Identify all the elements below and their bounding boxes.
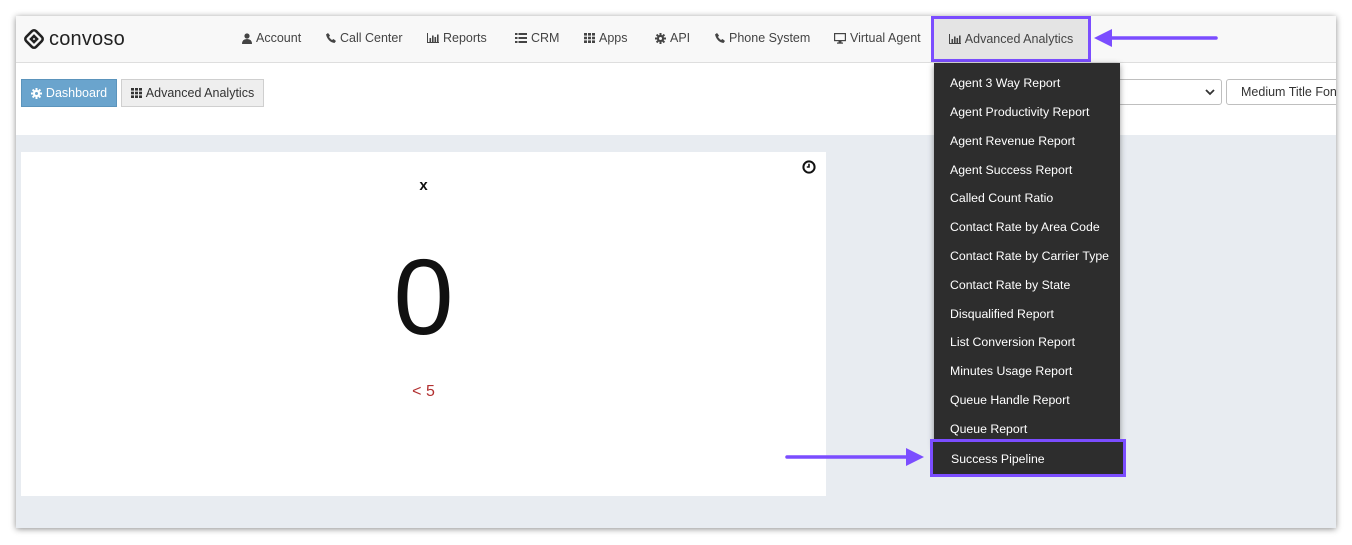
toolbar: Dashboard Advanced Analytics Medium Titl… xyxy=(16,63,1336,135)
convoso-logo[interactable]: convoso xyxy=(23,28,125,50)
gear-icon xyxy=(655,32,666,44)
dropdown-item[interactable]: Agent Revenue Report xyxy=(950,134,1075,148)
nav-phone-system[interactable]: Phone System xyxy=(715,31,810,45)
grid-icon xyxy=(130,88,142,98)
callout-arrow-right-icon xyxy=(785,448,924,466)
dropdown-item[interactable]: Called Count Ratio xyxy=(950,191,1053,205)
nav-advanced-analytics[interactable]: Advanced Analytics xyxy=(931,16,1091,62)
list-icon xyxy=(515,33,527,43)
nav-virtual-agent[interactable]: Virtual Agent xyxy=(834,31,921,45)
dropdown-item[interactable]: Disqualified Report xyxy=(950,307,1054,321)
dropdown-item[interactable]: Queue Handle Report xyxy=(950,393,1070,407)
nav-reports[interactable]: Reports xyxy=(427,31,487,45)
advanced-analytics-button[interactable]: Advanced Analytics xyxy=(121,79,264,107)
nav-reports-label: Reports xyxy=(443,31,487,45)
dropdown-item[interactable]: Minutes Usage Report xyxy=(950,364,1072,378)
nav-virtual-agent-label: Virtual Agent xyxy=(850,31,921,45)
dashboard-button-label: Dashboard xyxy=(45,86,108,100)
nav-account-label: Account xyxy=(256,31,302,45)
widget-title: x xyxy=(419,177,428,194)
dropdown-item[interactable]: List Conversion Report xyxy=(950,335,1075,349)
dropdown-item[interactable]: Contact Rate by Carrier Type xyxy=(950,249,1109,263)
title-font-select[interactable]: Medium Title Fon xyxy=(1226,79,1336,105)
dropdown-item[interactable]: Agent Success Report xyxy=(950,163,1072,177)
chevron-down-icon xyxy=(1205,89,1215,96)
bar-chart-icon xyxy=(427,33,439,43)
grid-icon xyxy=(584,33,595,43)
brand-name: convoso xyxy=(49,27,125,50)
nav-call-center[interactable]: Call Center xyxy=(326,31,403,45)
nav-crm[interactable]: CRM xyxy=(515,31,559,45)
gear-icon xyxy=(30,87,42,99)
nav-call-center-label: Call Center xyxy=(340,31,403,45)
callout-arrow-left-icon xyxy=(1094,29,1218,47)
advanced-analytics-dropdown: Agent 3 Way Report Agent Productivity Re… xyxy=(934,63,1120,447)
dropdown-item[interactable]: Agent 3 Way Report xyxy=(950,76,1060,90)
phone-icon xyxy=(715,33,725,43)
phone-icon xyxy=(326,33,336,43)
app-window: convoso Account Call Center Reports CRM … xyxy=(16,16,1336,528)
nav-phone-system-label: Phone System xyxy=(729,31,811,45)
advanced-analytics-button-label: Advanced Analytics xyxy=(145,86,255,100)
nav-apps[interactable]: Apps xyxy=(584,31,628,45)
nav-advanced-analytics-label: Advanced Analytics xyxy=(964,32,1074,46)
nav-apps-label: Apps xyxy=(599,31,628,45)
nav-crm-label: CRM xyxy=(531,31,560,45)
nav-api-label: API xyxy=(670,31,691,45)
bar-chart-icon xyxy=(948,34,961,44)
nav-account[interactable]: Account xyxy=(242,31,301,45)
metric-widget: x 0 < 5 xyxy=(21,152,826,496)
widget-value: 0 xyxy=(393,236,454,357)
clock-icon[interactable] xyxy=(802,160,816,174)
dropdown-item[interactable]: Contact Rate by Area Code xyxy=(950,220,1100,234)
dropdown-item-success-pipeline[interactable]: Success Pipeline xyxy=(930,439,1126,477)
nav-api[interactable]: API xyxy=(655,31,690,45)
monitor-icon xyxy=(834,32,846,44)
dashboard-button[interactable]: Dashboard xyxy=(21,79,117,107)
dropdown-item[interactable]: Queue Report xyxy=(950,422,1027,436)
convoso-logo-icon xyxy=(24,29,44,49)
user-icon xyxy=(242,32,252,44)
widget-threshold: < 5 xyxy=(412,383,435,400)
dropdown-item-label: Success Pipeline xyxy=(951,452,1045,466)
dropdown-item[interactable]: Agent Productivity Report xyxy=(950,105,1089,119)
dropdown-item[interactable]: Contact Rate by State xyxy=(950,278,1070,292)
